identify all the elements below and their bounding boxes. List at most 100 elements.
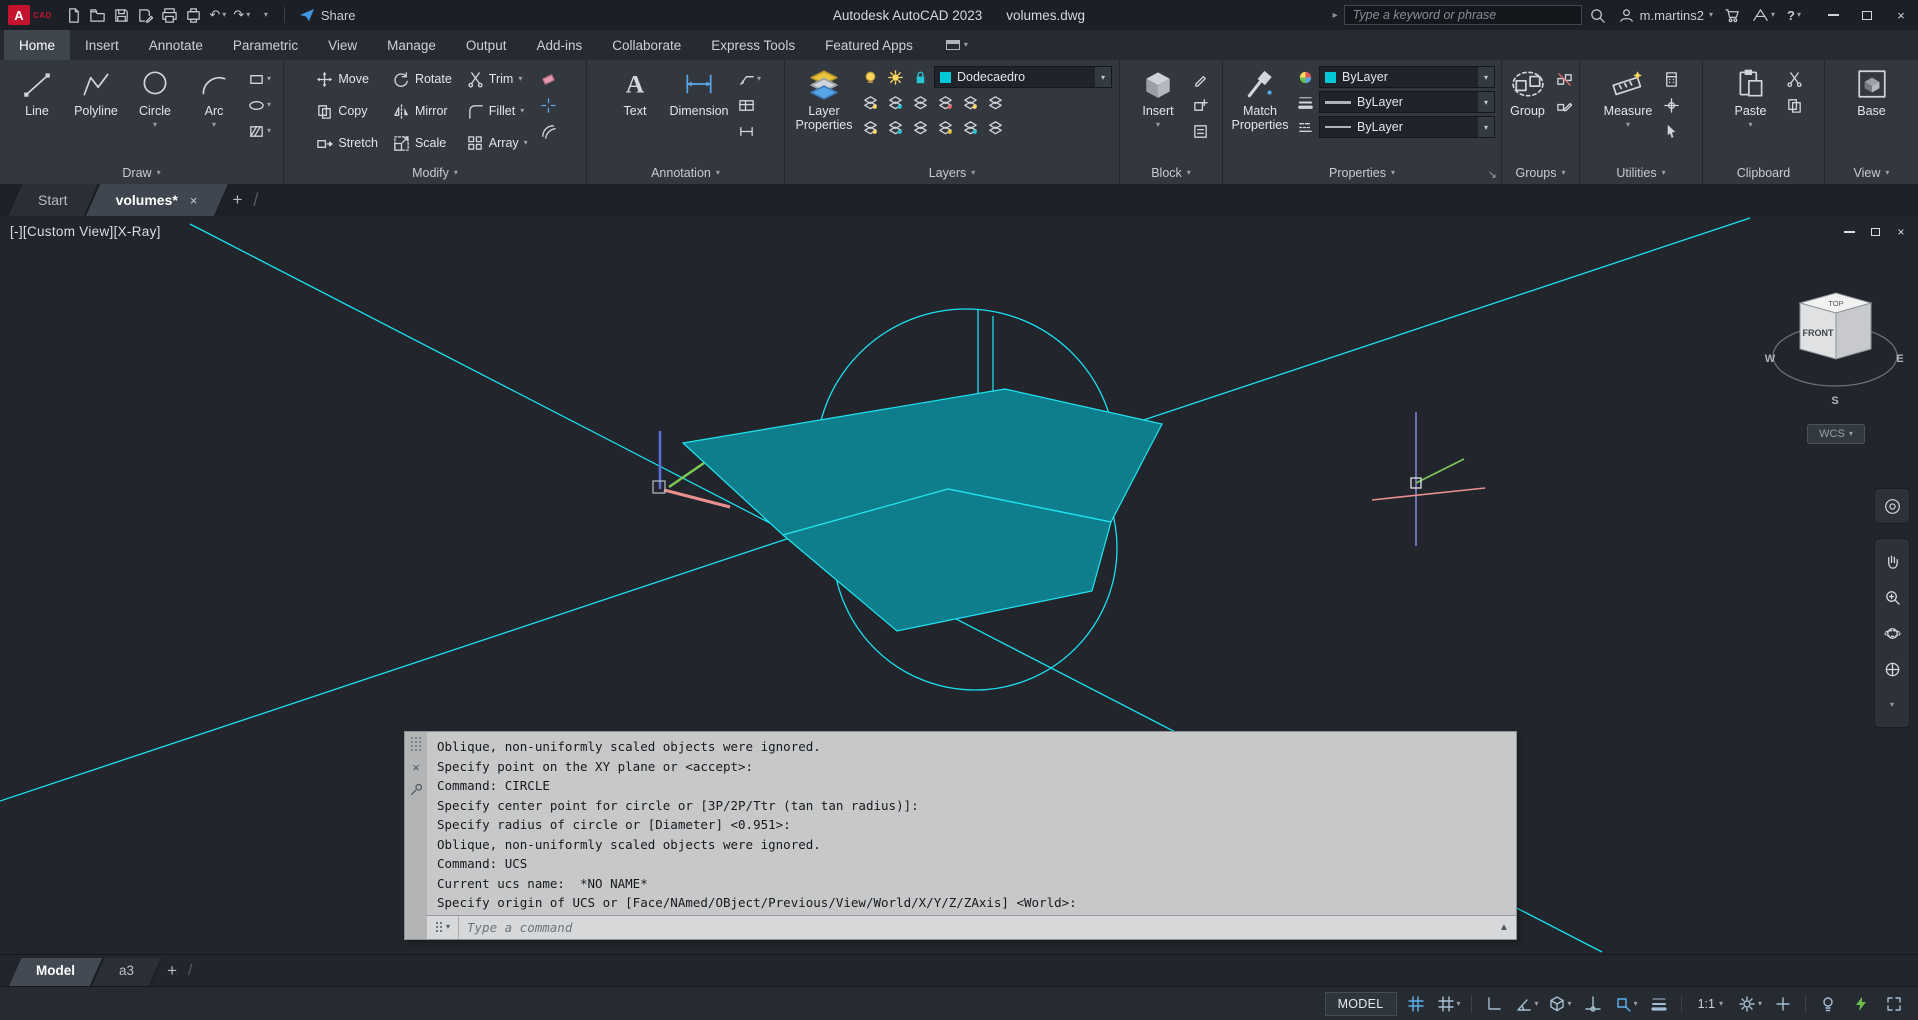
viewport-close-button[interactable]: ×	[1890, 222, 1912, 242]
move-button[interactable]: Move	[310, 64, 384, 94]
tab-home[interactable]: Home	[4, 30, 71, 60]
dropdown-caret-icon[interactable]: ▾	[1478, 67, 1494, 87]
save-as-button[interactable]	[134, 3, 158, 27]
isometric-drafting-button[interactable]: ▾	[1546, 992, 1574, 1016]
mirror-button[interactable]: Mirror	[387, 96, 458, 126]
erase-button[interactable]	[537, 68, 560, 90]
layer-freeze-isolate-button[interactable]	[909, 91, 932, 113]
tab-collaborate[interactable]: Collaborate	[597, 30, 696, 60]
layer-match-button[interactable]	[934, 91, 957, 113]
dimension-button[interactable]: Dimension	[666, 64, 732, 118]
layer-lock-tool-button[interactable]	[959, 116, 982, 138]
viewcube-south-label[interactable]: S	[1831, 395, 1838, 407]
batch-plot-button[interactable]	[182, 3, 206, 27]
plot-button[interactable]	[158, 3, 182, 27]
quick-calc-button[interactable]	[1660, 68, 1683, 90]
viewcube-top-label[interactable]: TOP	[1828, 299, 1843, 308]
layer-isolate-button[interactable]	[859, 91, 882, 113]
table-button[interactable]	[735, 94, 764, 116]
rectangle-button[interactable]: ▾	[245, 68, 274, 90]
layer-dropdown[interactable]: Dodecaedro ▾	[934, 66, 1112, 88]
linetype-list-button[interactable]	[1294, 116, 1317, 138]
zoom-button[interactable]	[1876, 579, 1908, 615]
block-edit-button[interactable]	[1189, 68, 1212, 90]
object-color-button[interactable]	[1294, 66, 1317, 88]
panel-utilities-label[interactable]: Utilities ▾	[1580, 162, 1702, 184]
layer-thaw-tool-button[interactable]	[934, 116, 957, 138]
grid-display-button[interactable]	[1402, 992, 1430, 1016]
explode-button[interactable]	[537, 94, 560, 116]
block-create-button[interactable]	[1189, 94, 1212, 116]
text-button[interactable]: A Text	[607, 64, 663, 119]
object-snap-tracking-button[interactable]	[1579, 992, 1607, 1016]
fillet-button[interactable]: Fillet ▾	[461, 96, 534, 126]
file-tab-close-icon[interactable]: ×	[190, 193, 198, 208]
object-snap-button[interactable]: ▾	[1612, 992, 1640, 1016]
search-expand-icon[interactable]: ▸	[1333, 10, 1338, 21]
viewport-restore-button[interactable]	[1864, 222, 1886, 242]
ellipse-button[interactable]: ▾	[245, 94, 274, 116]
customization-button[interactable]	[1769, 992, 1797, 1016]
circle-button[interactable]: Circle ▾	[127, 64, 183, 129]
view-cube[interactable]: TOP FRONT W S E	[1740, 266, 1918, 436]
scale-button[interactable]: Scale	[387, 128, 458, 158]
tab-express-tools[interactable]: Express Tools	[696, 30, 810, 60]
copy-clip-button[interactable]	[1783, 94, 1806, 116]
close-button[interactable]: ×	[1884, 0, 1918, 30]
tab-parametric[interactable]: Parametric	[218, 30, 313, 60]
copy-button[interactable]: Copy	[310, 96, 384, 126]
insert-button[interactable]: Insert ▾	[1130, 64, 1186, 129]
line-button[interactable]: Line	[9, 64, 65, 118]
lineweight-display-button[interactable]	[1645, 992, 1673, 1016]
lineweight-dropdown[interactable]: ByLayer ▾	[1319, 91, 1495, 113]
dialog-launcher-icon[interactable]: ↘	[1488, 168, 1497, 181]
layer-state-button[interactable]	[984, 91, 1007, 113]
group-button[interactable]: Group	[1505, 64, 1550, 118]
hatch-button[interactable]: ▾	[245, 120, 274, 142]
redo-button[interactable]: ↷ ▾	[230, 3, 254, 27]
layer-off-tool-button[interactable]	[859, 116, 882, 138]
tab-output[interactable]: Output	[451, 30, 522, 60]
dropdown-caret-icon[interactable]: ▾	[1478, 92, 1494, 112]
viewport-minimize-button[interactable]	[1838, 222, 1860, 242]
snap-mode-button[interactable]: ▾	[1435, 992, 1463, 1016]
base-button[interactable]: Base	[1844, 64, 1900, 118]
command-customize-button[interactable]	[409, 783, 423, 797]
multileader-button[interactable]: ▾	[735, 68, 764, 90]
layer-on-tool-button[interactable]	[884, 116, 907, 138]
layer-unlock-tool-button[interactable]	[984, 116, 1007, 138]
application-menu-button[interactable]: A CAD	[8, 5, 52, 25]
command-input[interactable]	[459, 919, 1492, 935]
panel-clipboard-label[interactable]: Clipboard	[1703, 162, 1824, 184]
maximize-button[interactable]	[1850, 0, 1884, 30]
graphics-performance-button[interactable]	[1847, 992, 1875, 1016]
new-file-button[interactable]	[62, 3, 86, 27]
array-button[interactable]: Array ▾	[461, 128, 534, 158]
file-tab-volumes[interactable]: volumes* ×	[92, 184, 222, 216]
command-scroll-up-button[interactable]: ▲	[1492, 922, 1516, 933]
clean-screen-button[interactable]	[1880, 992, 1908, 1016]
dropdown-caret-icon[interactable]: ▾	[1478, 117, 1494, 137]
undo-button[interactable]: ↶ ▾	[206, 3, 230, 27]
ribbon-display-toggle[interactable]: ▾	[938, 30, 976, 60]
app-store-button[interactable]	[1721, 3, 1745, 27]
navbar-more-button[interactable]: ▾	[1876, 687, 1908, 723]
ortho-mode-button[interactable]	[1480, 992, 1508, 1016]
model-space-button[interactable]: MODEL	[1324, 991, 1397, 1016]
measure-button[interactable]: Measure ▾	[1599, 64, 1657, 129]
offset-button[interactable]	[537, 120, 560, 142]
cut-button[interactable]	[1783, 68, 1806, 90]
panel-draw-label[interactable]: Draw ▾	[0, 162, 283, 184]
viewcube-east-label[interactable]: E	[1896, 353, 1903, 365]
account-button[interactable]: m.martins2 ▾	[1614, 3, 1717, 27]
viewcube-front-label[interactable]: FRONT	[1803, 328, 1834, 338]
stretch-button[interactable]: Stretch	[310, 128, 384, 158]
rotate-button[interactable]: Rotate	[387, 64, 458, 94]
panel-block-label[interactable]: Block ▾	[1120, 162, 1222, 184]
layer-properties-button[interactable]: Layer Properties	[792, 64, 856, 133]
panel-properties-label[interactable]: Properties ▾	[1223, 162, 1501, 184]
autodesk-menu-button[interactable]: ▾	[1749, 3, 1778, 27]
command-history[interactable]: Oblique, non-uniformly scaled objects we…	[427, 732, 1516, 915]
minimize-button[interactable]	[1816, 0, 1850, 30]
viewcube-west-label[interactable]: W	[1765, 353, 1776, 365]
